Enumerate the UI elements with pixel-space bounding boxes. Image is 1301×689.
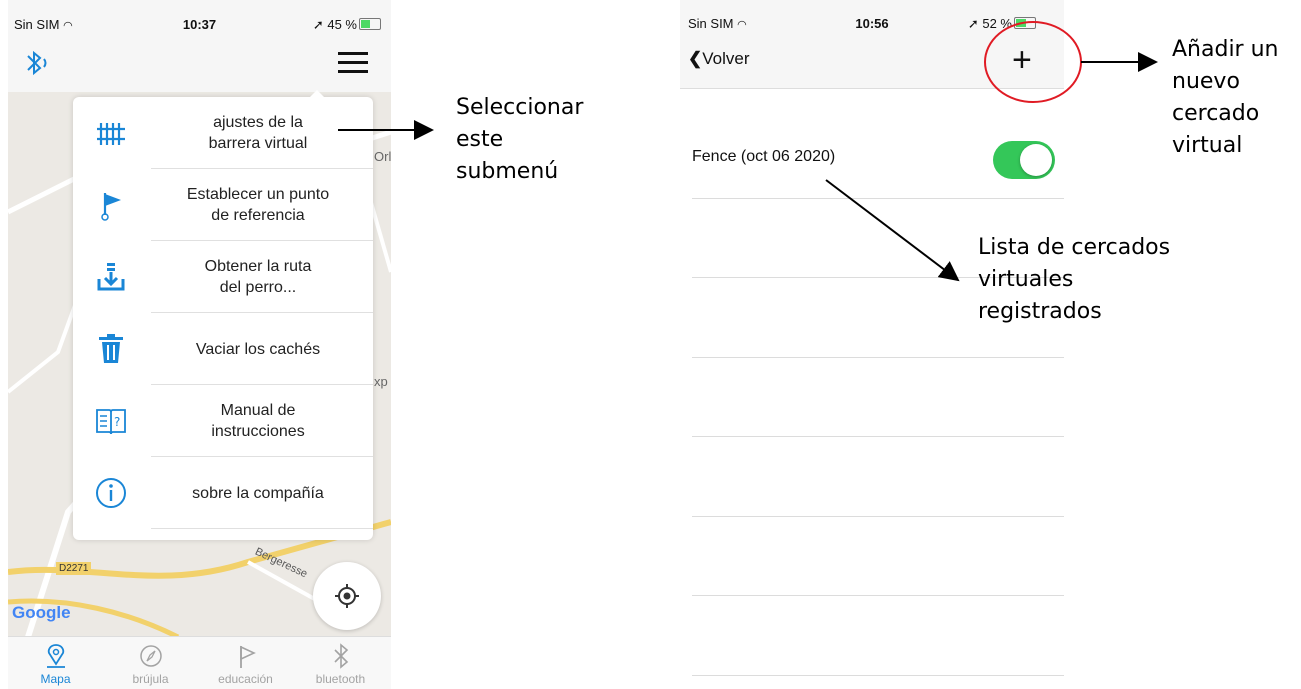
annotation-fence-list: Lista de cercados virtuales registrados xyxy=(978,235,1171,324)
annotation-add-fence: Añadir un nuevo cercado virtual xyxy=(1172,37,1279,158)
annotation-arrows xyxy=(338,21,1158,282)
annotation-select-submenu: Seleccionar este submenú xyxy=(456,95,584,184)
